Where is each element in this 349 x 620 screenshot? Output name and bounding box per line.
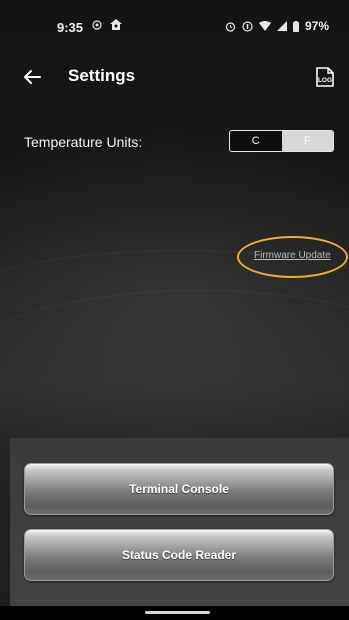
battery-percentage: 97% [304,19,329,33]
unit-option-c[interactable]: C [230,131,282,151]
status-bar: 9:35 97% [0,0,349,40]
wifi-icon [258,21,271,31]
battery-icon [292,20,299,32]
home-app-icon [110,19,122,30]
settings-screen: 9:35 97% Settings LOG Temperature Units:… [0,0,349,620]
back-arrow-icon[interactable] [20,65,44,89]
firmware-update-link[interactable]: Firmware Update [254,250,331,261]
signal-icon [276,21,287,31]
background-swoosh [0,250,349,451]
svg-text:LOG: LOG [318,77,332,84]
status-right-icons: 97% [225,19,329,33]
temperature-unit-toggle: C F [229,130,334,152]
unit-option-f[interactable]: F [281,131,333,151]
temperature-units-label: Temperature Units: [24,134,143,150]
navigation-bar [0,606,349,620]
notification-icon [92,19,102,30]
data-saver-icon [242,20,253,32]
alarm-icon [225,21,236,32]
app-bar: Settings LOG [0,56,349,96]
terminal-console-button[interactable]: Terminal Console [24,463,334,515]
status-left-icons [92,19,122,30]
page-title: Settings [68,66,136,85]
status-code-reader-button[interactable]: Status Code Reader [24,529,334,581]
home-indicator[interactable] [145,611,210,614]
log-icon[interactable]: LOG [313,65,337,89]
status-time: 9:35 [57,20,84,35]
